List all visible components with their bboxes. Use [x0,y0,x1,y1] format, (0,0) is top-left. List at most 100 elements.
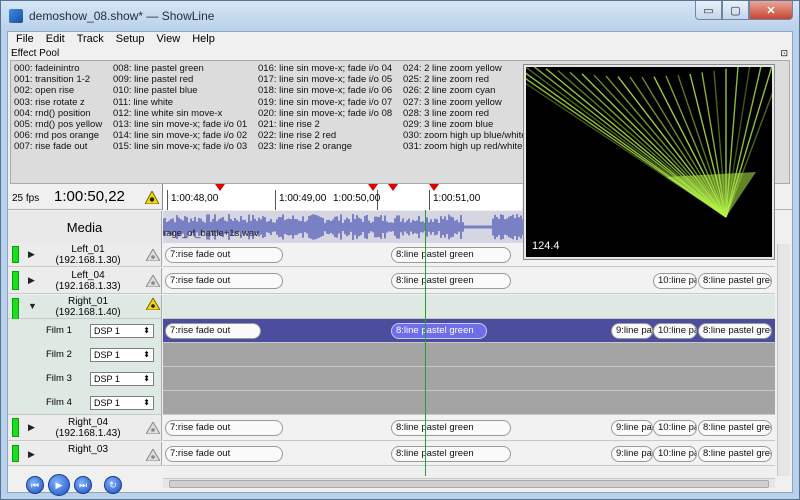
effect-pool-item[interactable]: 019: line sin move-x; fade i/o 07 [258,97,392,108]
rewind-button[interactable]: ⏮ [26,476,44,494]
dsp-select[interactable]: DSP 1 ⬍ [90,348,154,362]
effect-clip[interactable]: 8:line pastel green [698,273,772,289]
track-right-01[interactable]: ▼ Right_01 (192.168.1.40) [8,295,792,412]
effect-pool-item[interactable]: 022: line rise 2 red [258,130,392,141]
menu-file[interactable]: File [10,32,40,48]
track-lane[interactable] [163,295,775,319]
track-left-04[interactable]: ▶ Left_04 (192.168.1.33) 7:rise fade out… [8,268,792,294]
film-row-3[interactable]: Film 3 DSP 1 ⬍ [8,367,792,391]
warning-icon[interactable] [146,449,160,461]
minimize-button[interactable]: ▭ [695,1,722,20]
film-row-2[interactable]: Film 2 DSP 1 ⬍ [8,343,792,367]
warning-icon[interactable] [146,298,160,310]
film-lane[interactable] [163,391,775,415]
effect-clip[interactable]: 8:line pastel green [391,273,511,289]
time-ruler[interactable]: 1:00:48,00 1:00:49,00 1:00:50,00 1:00:51… [162,184,522,210]
effect-pool-item[interactable]: 028: 3 line zoom red [403,108,527,119]
effect-pool-item[interactable]: 002: open rise [14,85,102,96]
effect-pool-item[interactable]: 031: zoom high up red/white [403,141,527,152]
effect-clip[interactable]: 9:line pas [611,420,653,436]
film-lane[interactable] [163,367,775,391]
collapse-icon[interactable]: ▼ [28,301,37,311]
spinner-icon[interactable]: ⬍ [143,325,150,337]
effect-pool-item[interactable]: 027: 3 line zoom yellow [403,97,527,108]
play-button[interactable]: ▶ [48,474,70,496]
effect-pool-item[interactable]: 025: 2 line zoom red [403,74,527,85]
horizontal-scrollbar[interactable] [163,478,775,488]
warning-icon[interactable] [146,275,160,287]
pin-icon[interactable]: ⊡ [780,48,788,59]
effect-pool-item[interactable]: 023: line rise 2 orange [258,141,392,152]
effect-clip[interactable]: 7:rise fade out [165,420,283,436]
effect-pool-item[interactable]: 016: line sin move-x; fade i/o 04 [258,63,392,74]
laser-preview[interactable]: 124.4 [523,64,775,260]
warning-icon[interactable] [146,422,160,434]
effect-clip[interactable]: 10:line pas [653,273,697,289]
effect-clip[interactable]: 8:line pastel green [698,446,772,462]
effect-clip[interactable]: 7:rise fade out [165,273,283,289]
effect-pool-item[interactable]: 024: 2 line zoom yellow [403,63,527,74]
vertical-scrollbar[interactable] [777,244,790,476]
effect-pool-item[interactable]: 007: rise fade out [14,141,102,152]
expand-icon[interactable]: ▶ [28,449,35,460]
dsp-select[interactable]: DSP 1 ⬍ [90,324,154,338]
track-active-indicator[interactable] [12,418,19,437]
effect-pool-item[interactable]: 009: line pastel red [113,74,247,85]
effect-pool-item[interactable]: 018: line sin move-x; fade i/o 06 [258,85,392,96]
effect-clip[interactable]: 7:rise fade out [165,446,283,462]
effect-clip[interactable]: 10:line pas [653,446,697,462]
forward-button[interactable]: ⏭ [74,476,92,494]
effect-pool-item[interactable]: 030: zoom high up blue/white [403,130,527,141]
loop-button[interactable]: ↻ [104,476,122,494]
effect-pool-item[interactable]: 014: line sin move-x; fade i/o 02 [113,130,247,141]
track-lane[interactable]: 7:rise fade out 8:line pastel green 9:li… [163,442,775,466]
effect-pool-item[interactable]: 029: 3 line zoom blue [403,119,527,130]
effect-pool-item[interactable]: 026: 2 line zoom cyan [403,85,527,96]
cue-marker[interactable] [215,184,225,191]
cue-marker[interactable] [388,184,398,191]
effect-pool-item[interactable]: 003: rise rotate z [14,97,102,108]
menu-view[interactable]: View [151,32,187,48]
menu-help[interactable]: Help [186,32,221,48]
effect-pool-item[interactable]: 004: rnd() position [14,108,102,119]
dsp-select[interactable]: DSP 1 ⬍ [90,396,154,410]
expand-icon[interactable]: ▶ [28,422,35,433]
track-lane[interactable]: 7:rise fade out 8:line pastel green 10:l… [163,268,775,294]
expand-icon[interactable]: ▶ [28,249,35,260]
film-lane[interactable] [163,343,775,367]
dsp-select[interactable]: DSP 1 ⬍ [90,372,154,386]
menu-setup[interactable]: Setup [110,32,151,48]
film-row-1[interactable]: Film 1 DSP 1 ⬍ 7:rise fade out 8:line pas… [8,319,792,343]
effect-clip[interactable]: 7:rise fade out [165,323,261,339]
effect-clip[interactable]: 9:line pas [611,446,653,462]
film-row-4[interactable]: Film 4 DSP 1 ⬍ [8,391,792,415]
effect-pool-item[interactable]: 017: line sin move-x; fade i/o 05 [258,74,392,85]
playhead[interactable] [425,210,426,476]
track-active-indicator[interactable] [12,271,19,290]
effect-pool-item[interactable]: 015: line sin move-x; fade i/o 03 [113,141,247,152]
effect-pool-item[interactable]: 010: line pastel blue [113,85,247,96]
track-right-03[interactable]: ▶ Right_03 7:rise fade out 8:line pastel… [8,442,792,466]
effect-pool-item[interactable]: 013: line sin move-x; fade i/o 01 [113,119,247,130]
effect-clip[interactable]: 8:line pastel green [391,420,511,436]
effect-clip[interactable]: 10:line pas [653,323,697,339]
warning-icon[interactable] [146,249,160,261]
maximize-button[interactable]: ▢ [722,1,749,20]
cue-marker[interactable] [368,184,378,191]
effect-clip[interactable]: 8:line pastel green [698,323,772,339]
close-button[interactable]: ✕ [749,1,793,20]
effect-pool-item[interactable]: 020: line sin move-x; fade i/o 08 [258,108,392,119]
track-right-04[interactable]: ▶ Right_04 (192.168.1.43) 7:rise fade ou… [8,415,792,441]
track-lane[interactable]: 7:rise fade out 8:line pastel green 9:li… [163,415,775,441]
effect-pool-item[interactable]: 008: line pastel green [113,63,247,74]
effect-clip[interactable]: 8:line pastel green [391,446,511,462]
spinner-icon[interactable]: ⬍ [143,397,150,409]
spinner-icon[interactable]: ⬍ [143,373,150,385]
effect-pool-item[interactable]: 005: rnd() pos yellow [14,119,102,130]
effect-pool-item[interactable]: 021: line rise 2 [258,119,392,130]
menu-edit[interactable]: Edit [40,32,71,48]
spinner-icon[interactable]: ⬍ [143,349,150,361]
track-active-indicator[interactable] [12,246,19,263]
effect-clip[interactable]: 8:line pastel green [698,420,772,436]
effect-clip[interactable]: 9:line pas [611,323,653,339]
